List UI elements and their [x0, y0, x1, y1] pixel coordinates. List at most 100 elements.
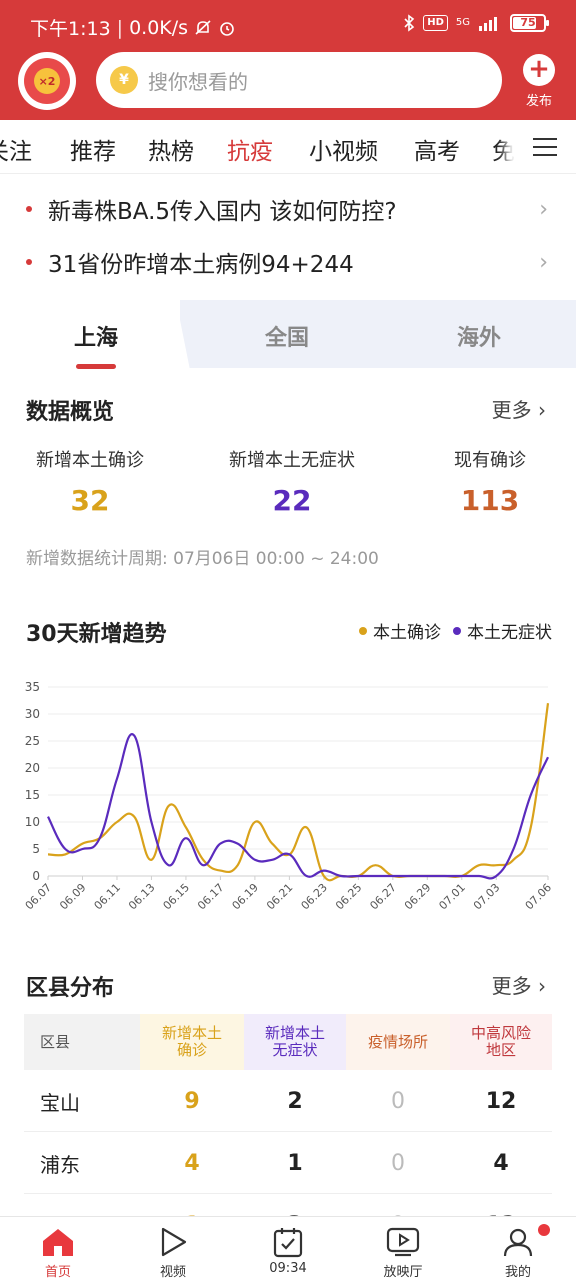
x-tick-label: 06.09: [57, 881, 88, 912]
stat-current-confirmed: 现有确诊 113: [448, 446, 532, 517]
nav-video[interactable]: 视频: [133, 1223, 213, 1280]
region-tab-overseas[interactable]: 海外: [457, 320, 501, 352]
category-tab-free[interactable]: 免: [492, 132, 515, 166]
series-line-asymptomatic: [47, 733, 550, 880]
region-tab-shanghai[interactable]: 上海: [74, 320, 118, 352]
header-text: 新增本土无症状: [264, 1024, 325, 1059]
x-tick-label: 06.21: [264, 881, 295, 912]
calendar-check-icon: [248, 1223, 328, 1261]
search-bar[interactable]: ¥ 搜你想看的: [96, 52, 502, 108]
search-placeholder: 搜你想看的: [148, 69, 248, 94]
chevron-right-icon: ›: [538, 398, 546, 422]
chart-legend: 本土确诊 本土无症状: [359, 618, 552, 643]
nav-label: 首页: [44, 1265, 71, 1280]
header-text: 新增本土确诊: [161, 1024, 222, 1059]
cell-asymptomatic: 2: [287, 1088, 303, 1114]
nav-home[interactable]: 首页: [18, 1223, 98, 1280]
stat-label: 现有确诊: [454, 450, 526, 471]
region-tabs-background: [180, 300, 576, 368]
x-tick-label: 06.29: [402, 881, 433, 912]
x-tick-label: 07.01: [436, 881, 467, 912]
headline-text: 31省份昨增本土病例94+244: [48, 252, 354, 278]
status-left: 下午1:13 | 0.0K/s: [30, 14, 236, 41]
headline-text: 新毒株BA.5传入国内 该如何防控?: [48, 199, 397, 225]
overview-title: 数据概览: [26, 400, 115, 425]
publish-button[interactable]: + 发布: [518, 54, 560, 109]
publish-label: 发布: [525, 94, 552, 109]
category-tab-short-video[interactable]: 小视频: [309, 132, 378, 166]
x-tick-label: 06.15: [161, 881, 192, 912]
table-row[interactable]: 宝山 9 2 0 12: [24, 1070, 552, 1132]
x-tick-label: 06.11: [92, 881, 123, 912]
stat-value: 113: [460, 484, 520, 517]
status-time: 下午1:13: [30, 18, 111, 40]
red-envelope-icon: ×2: [24, 58, 70, 104]
column-header-confirmed: 新增本土确诊: [140, 1014, 244, 1070]
app-root: 下午1:13 | 0.0K/s HD 5G 75 ×2 ¥ 搜你想看的 + 发布…: [0, 0, 576, 1280]
headline-item[interactable]: 31省份昨增本土病例94+244 ›: [0, 237, 576, 287]
x-tick-label: 06.19: [230, 881, 261, 912]
legend-item-confirmed: 本土确诊: [359, 618, 441, 643]
x-tick-label: 06.13: [126, 881, 157, 912]
x-tick-label: 06.07: [23, 881, 54, 912]
avatar-button[interactable]: ×2: [18, 52, 76, 110]
stat-label: 新增本土无症状: [229, 450, 355, 471]
bluetooth-icon: [404, 14, 415, 32]
y-tick-label: 0: [32, 869, 40, 883]
cell-confirmed: 4: [184, 1150, 200, 1176]
signal-icon: [479, 17, 497, 31]
more-label: 更多: [491, 398, 532, 422]
districts-title: 区县分布: [26, 976, 115, 1001]
x-tick-label: 06.27: [367, 881, 398, 912]
cell-risk-areas: 4: [493, 1150, 509, 1176]
table-row[interactable]: 浦东 4 1 0 4: [24, 1132, 552, 1194]
nav-checkin[interactable]: 09:34: [248, 1223, 328, 1276]
y-tick-label: 20: [25, 761, 40, 775]
play-icon: [133, 1223, 213, 1261]
legend-dot: [453, 626, 461, 635]
cell-district: 宝山: [40, 1090, 80, 1115]
status-speed: 0.0K/s: [129, 16, 189, 39]
region-tab-national[interactable]: 全国: [265, 320, 309, 352]
x-tick-label: 06.25: [333, 881, 364, 912]
trend-title: 30天新增趋势: [26, 622, 167, 647]
y-tick-label: 25: [25, 734, 40, 748]
y-tick-label: 15: [25, 788, 40, 802]
chevron-right-icon: ›: [539, 249, 548, 275]
bottom-nav: 首页 视频 09:34 放映厅 我的: [0, 1216, 576, 1280]
stat-label: 新增本土确诊: [36, 450, 144, 471]
bullet-dot: [26, 206, 32, 212]
region-tabs: 上海 全国 海外: [0, 300, 576, 370]
column-header-asymptomatic: 新增本土无症状: [244, 1014, 346, 1070]
overview-more-link[interactable]: 更多 ›: [492, 394, 546, 423]
column-header-risk-areas: 中高风险地区: [450, 1014, 552, 1070]
x-tick-label: 07.06: [523, 881, 554, 912]
districts-more-link[interactable]: 更多 ›: [492, 970, 546, 999]
category-tab-antiepidemic[interactable]: 抗疫: [227, 132, 273, 166]
series-line-confirmed: [47, 703, 550, 882]
coin-icon: ¥: [110, 66, 138, 94]
category-tab-follow[interactable]: 关注: [0, 132, 32, 166]
x-tick-label: 06.23: [299, 881, 330, 912]
x-tick-label: 07.03: [471, 881, 502, 912]
bullet-dot: [26, 259, 32, 265]
nav-label: 视频: [159, 1265, 186, 1280]
category-tab-hot[interactable]: 热榜: [148, 132, 194, 166]
chevron-right-icon: ›: [538, 974, 546, 998]
menu-icon[interactable]: [514, 120, 576, 173]
category-tab-recommend[interactable]: 推荐: [70, 132, 116, 166]
stat-new-confirmed: 新增本土确诊 32: [34, 446, 146, 517]
legend-item-asymptomatic: 本土无症状: [453, 618, 552, 643]
status-separator: |: [116, 16, 124, 39]
cell-risk-areas: 12: [485, 1088, 517, 1114]
notification-dot: [538, 1224, 550, 1236]
legend-label: 本土确诊: [373, 623, 441, 643]
top-header: 下午1:13 | 0.0K/s HD 5G 75 ×2 ¥ 搜你想看的 + 发布: [0, 0, 576, 120]
category-tab-gaokao[interactable]: 高考: [414, 132, 460, 166]
plus-icon: +: [523, 54, 555, 86]
nav-theater[interactable]: 放映厅: [363, 1223, 443, 1280]
headline-item[interactable]: 新毒株BA.5传入国内 该如何防控? ›: [0, 184, 576, 234]
cell-district: 浦东: [40, 1152, 80, 1177]
column-header-district: 区县: [24, 1014, 140, 1070]
stat-value: 32: [70, 484, 110, 517]
